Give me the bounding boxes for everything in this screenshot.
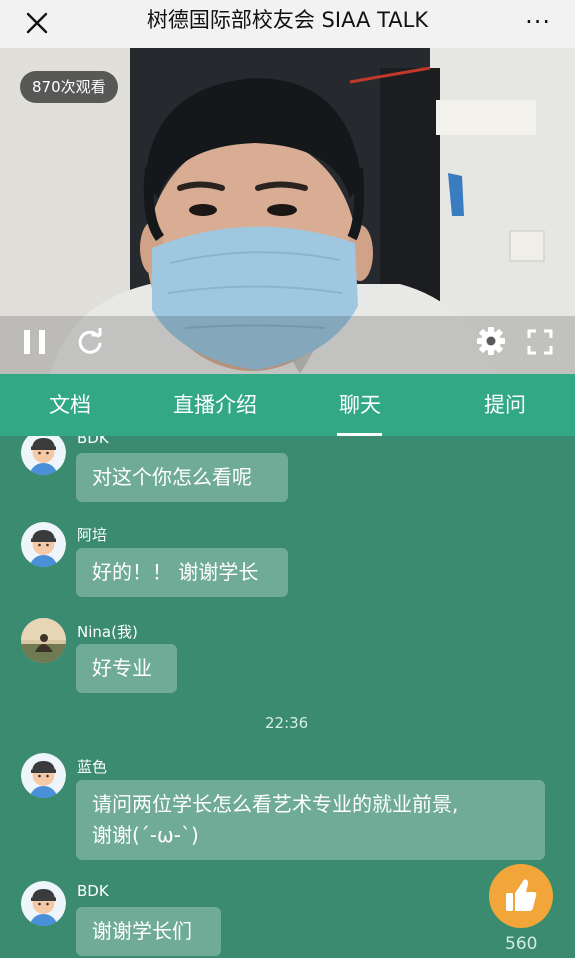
chat-message: 好专业	[76, 644, 177, 693]
user-avatar[interactable]	[21, 881, 66, 926]
fullscreen-icon[interactable]	[527, 329, 553, 355]
tab-live-intro[interactable]: 直播介绍	[150, 374, 280, 436]
refresh-icon[interactable]	[76, 328, 104, 356]
user-avatar[interactable]	[21, 753, 66, 798]
view-count-badge: 870次观看	[20, 71, 118, 103]
video-player[interactable]: 870次观看	[0, 48, 575, 374]
user-avatar[interactable]	[21, 436, 66, 475]
chat-username: 蓝色	[77, 758, 108, 776]
like-button[interactable]	[489, 864, 553, 928]
settings-icon[interactable]	[477, 327, 505, 355]
chat-message: 谢谢学长们	[76, 907, 221, 956]
tab-chat[interactable]: 聊天	[320, 374, 400, 436]
chat-username: BDK	[77, 436, 109, 447]
chat-message: 对这个你怎么看呢	[76, 453, 288, 502]
like-count: 560	[505, 934, 538, 954]
user-avatar[interactable]	[21, 522, 66, 567]
tab-documents[interactable]: 文档	[20, 374, 120, 436]
tab-questions[interactable]: 提问	[465, 374, 545, 436]
chat-message-line: 谢谢(´-ω-`)	[92, 823, 199, 847]
chat-timestamp: 22:36	[265, 714, 309, 732]
chat-message: 请问两位学长怎么看艺术专业的就业前景, 谢谢(´-ω-`)	[76, 780, 545, 860]
chat-message-line: 请问两位学长怎么看艺术专业的就业前景,	[92, 792, 459, 816]
top-bar: 树德国际部校友会 SIAA TALK ···	[0, 0, 575, 48]
tab-bar: 文档 直播介绍 聊天 提问	[0, 374, 575, 436]
pause-icon[interactable]	[22, 328, 48, 356]
close-icon[interactable]	[22, 8, 52, 38]
user-avatar-photo[interactable]	[21, 618, 66, 663]
chat-username: 阿培	[77, 526, 108, 544]
chat-message: 好的！！ 谢谢学长	[76, 548, 288, 597]
chat-username: Nina(我)	[77, 623, 138, 641]
thumbs-up-icon	[506, 879, 537, 911]
page-title: 树德国际部校友会 SIAA TALK	[146, 8, 429, 32]
more-icon[interactable]: ···	[525, 8, 551, 36]
chat-username: BDK	[77, 882, 109, 900]
